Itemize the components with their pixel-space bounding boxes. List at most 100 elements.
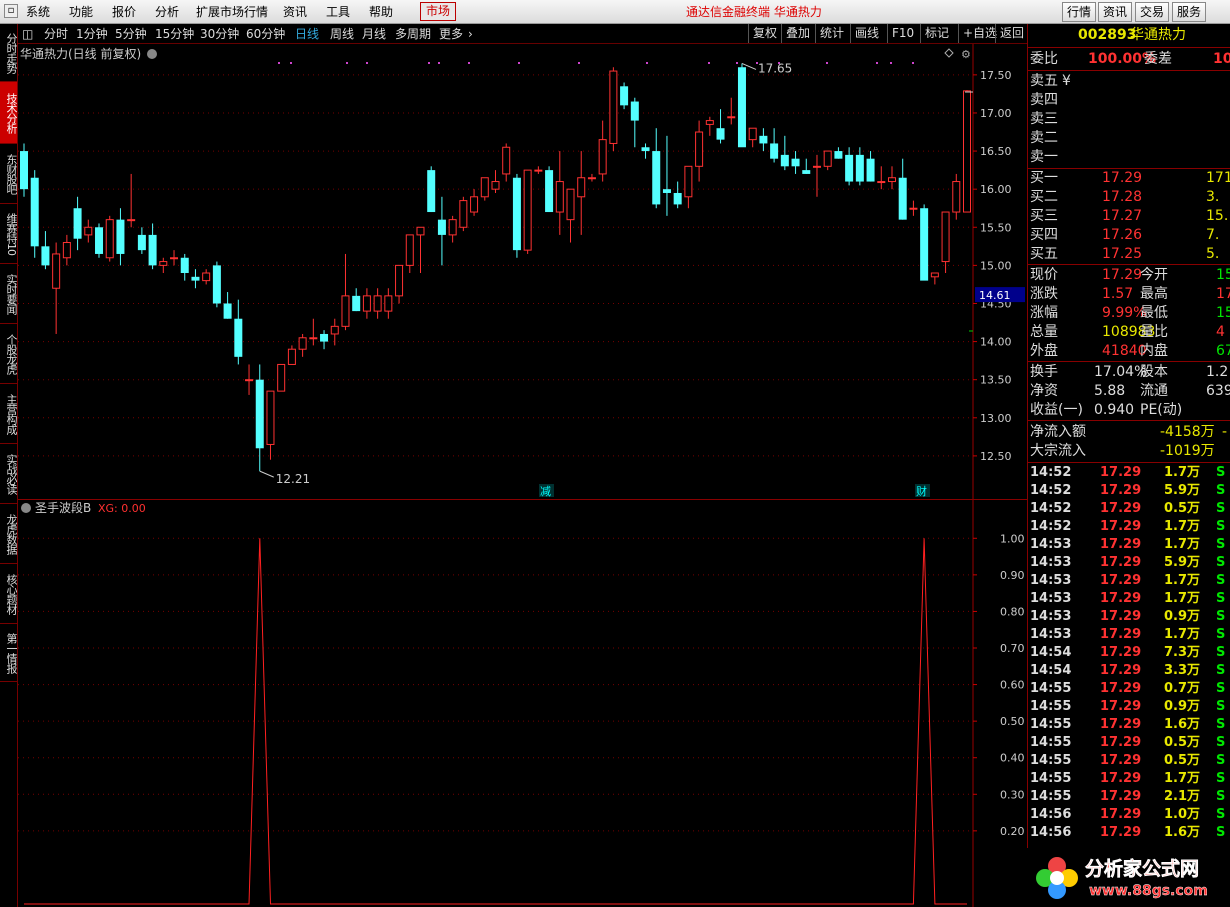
sidebar-tab-4[interactable]: 实时要闻 [0, 264, 17, 324]
candle[interactable] [930, 272, 939, 285]
candle[interactable] [941, 211, 950, 273]
indicator-chart[interactable]: 0.20 0.30 0.40 0.50 0.60 0.70 0.80 0.90 1.00 圣手波段… [18, 500, 1027, 907]
candle[interactable] [448, 215, 457, 243]
candle[interactable] [470, 189, 479, 216]
candle[interactable] [105, 215, 114, 262]
sidebar-tab-3[interactable]: 维赛特10 [0, 204, 17, 264]
period-2[interactable]: 5分钟 [115, 26, 147, 42]
candle[interactable] [877, 166, 886, 190]
candle[interactable] [320, 330, 329, 350]
period-3[interactable]: 15分钟 [155, 26, 194, 42]
candle[interactable] [277, 363, 286, 392]
kline-chart[interactable]: 12.5013.0013.5014.0014.5015.0015.5016.00… [18, 44, 1027, 499]
candle[interactable] [20, 143, 28, 197]
period-10[interactable]: 更多 [439, 26, 463, 42]
candle[interactable] [845, 147, 854, 186]
diamond-icon[interactable] [944, 48, 954, 58]
candle[interactable] [159, 257, 168, 273]
candle[interactable] [952, 173, 961, 220]
candle[interactable] [673, 181, 682, 209]
candle[interactable] [395, 264, 404, 304]
sidebar-tab-7[interactable]: 实战必读 [0, 444, 17, 504]
candle[interactable] [566, 188, 575, 243]
candle[interactable] [137, 227, 146, 254]
period-5[interactable]: 60分钟 [246, 26, 285, 42]
window-icon[interactable]: ▫ [4, 4, 18, 18]
candle[interactable] [855, 147, 864, 186]
tool-button-5[interactable]: 标记 [920, 24, 953, 43]
candle[interactable] [459, 196, 468, 232]
candle[interactable] [577, 151, 586, 235]
candle[interactable] [437, 196, 446, 266]
candle[interactable] [30, 170, 39, 258]
candle[interactable] [866, 151, 875, 182]
menu-item-0[interactable]: 系统 [26, 4, 50, 20]
menu-item-3[interactable]: 分析 [155, 4, 179, 20]
top-button-3[interactable]: 服务 [1172, 2, 1207, 22]
candle[interactable] [823, 150, 832, 171]
candle[interactable] [898, 158, 907, 220]
menu-item-4[interactable]: 扩展市场行情 [196, 4, 268, 20]
candle[interactable] [759, 128, 768, 152]
candle[interactable] [695, 120, 704, 182]
candle[interactable] [609, 67, 618, 152]
candle[interactable] [234, 299, 243, 365]
candle[interactable] [191, 269, 200, 289]
candle[interactable] [148, 223, 157, 270]
top-button-1[interactable]: 资讯 [1098, 2, 1133, 22]
menu-item-5[interactable]: 资讯 [283, 4, 307, 20]
candle[interactable] [748, 127, 757, 148]
candle[interactable] [62, 234, 71, 266]
candle[interactable] [73, 196, 82, 251]
candle[interactable] [737, 63, 746, 148]
period-0[interactable]: 分时 [44, 26, 68, 42]
candle[interactable] [245, 364, 254, 395]
indicator-dropdown-icon[interactable] [21, 503, 31, 513]
candle[interactable] [834, 147, 843, 159]
period-7[interactable]: 周线 [330, 26, 354, 42]
candle[interactable] [534, 166, 543, 174]
candle[interactable] [116, 208, 125, 266]
candle[interactable] [298, 333, 307, 357]
sidebar-tab-8[interactable]: 龙虎数据 [0, 504, 17, 564]
tool-button-0[interactable]: 复权 [748, 24, 781, 43]
candle[interactable] [84, 219, 93, 243]
tool-button-3[interactable]: 画线 [850, 24, 883, 43]
candle[interactable] [330, 318, 339, 346]
candle[interactable] [598, 120, 607, 182]
candle[interactable] [255, 364, 264, 472]
candle[interactable] [662, 135, 671, 216]
candle[interactable] [920, 204, 929, 281]
tool-button-7[interactable]: 返回 [995, 24, 1028, 43]
candle[interactable] [963, 90, 971, 213]
candle[interactable] [480, 177, 489, 201]
period-9[interactable]: 多周期 [395, 26, 431, 42]
candle[interactable] [620, 82, 629, 110]
dropdown-icon[interactable] [147, 49, 157, 59]
top-button-2[interactable]: 交易 [1135, 2, 1170, 22]
candle[interactable] [791, 151, 800, 174]
period-1[interactable]: 1分钟 [76, 26, 108, 42]
kline-chart-panel[interactable]: 12.50 13.00 13.50 14.00 14.50 15.00 15.50 16.00… [18, 44, 1027, 499]
more-chevron-icon[interactable]: › [468, 26, 473, 42]
candle[interactable] [727, 97, 736, 125]
candle[interactable] [180, 253, 189, 281]
candle[interactable] [212, 261, 221, 308]
candle[interactable] [630, 97, 639, 148]
candle[interactable] [384, 288, 393, 319]
period-4[interactable]: 30分钟 [200, 26, 239, 42]
candle[interactable] [309, 318, 318, 346]
candle[interactable] [705, 116, 714, 136]
period-8[interactable]: 月线 [362, 26, 386, 42]
tool-button-4[interactable]: F10 [887, 24, 918, 43]
menu-item-2[interactable]: 报价 [112, 4, 136, 20]
candle[interactable] [52, 242, 61, 334]
candle[interactable] [502, 143, 511, 182]
candle[interactable] [287, 345, 296, 365]
menu-item-1[interactable]: 功能 [69, 4, 93, 20]
candle[interactable] [887, 166, 896, 190]
market-button[interactable]: 市场 [420, 2, 457, 21]
candle[interactable] [427, 166, 436, 213]
sidebar-tab-9[interactable]: 核心题材 [0, 564, 17, 624]
candle[interactable] [545, 166, 554, 213]
